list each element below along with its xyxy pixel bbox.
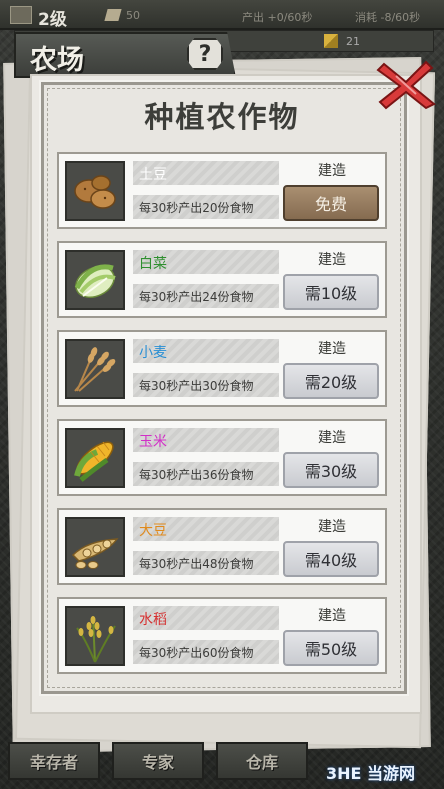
crop-description: 每30秒产出30份食物 bbox=[139, 379, 254, 393]
population-value: 50 bbox=[126, 9, 140, 22]
wheat-icon bbox=[65, 339, 125, 399]
farm-title: 农场 bbox=[30, 45, 84, 76]
build-locked-button[interactable]: 需50级 bbox=[283, 630, 379, 666]
rice-icon bbox=[65, 606, 125, 666]
watermark: 3HE 当游网 bbox=[326, 764, 416, 783]
soybean-icon bbox=[65, 517, 125, 577]
crop-description: 每30秒产出60份食物 bbox=[139, 646, 254, 660]
resource-value-right: 21 bbox=[346, 35, 360, 48]
crop-row-cabbage: 白菜 每30秒产出24份食物 建造 需10级 bbox=[57, 241, 387, 318]
nav-warehouse-button[interactable]: 仓库 bbox=[216, 742, 308, 780]
crop-description: 每30秒产出36份食物 bbox=[139, 468, 254, 482]
crop-row-wheat: 小麦 每30秒产出30份食物 建造 需20级 bbox=[57, 330, 387, 407]
crop-row-soybean: 大豆 每30秒产出48份食物 建造 需40级 bbox=[57, 508, 387, 585]
close-icon bbox=[376, 60, 436, 110]
build-locked-button[interactable]: 需40级 bbox=[283, 541, 379, 577]
build-label: 建造 bbox=[318, 519, 346, 535]
help-button[interactable]: ? bbox=[187, 38, 223, 70]
crop-name: 小麦 bbox=[139, 345, 167, 361]
consumption-rate: 消耗 -8/60秒 bbox=[355, 11, 421, 24]
build-locked-button[interactable]: 需20级 bbox=[283, 363, 379, 399]
build-free-button[interactable]: 免费 bbox=[283, 185, 379, 221]
level-icon bbox=[10, 6, 32, 24]
crop-row-potato: 土豆 每30秒产出20份食物 建造 免费 bbox=[57, 152, 387, 229]
crop-name: 大豆 bbox=[139, 523, 167, 539]
crop-name: 土豆 bbox=[139, 167, 167, 183]
crop-name: 玉米 bbox=[139, 434, 167, 450]
build-label: 建造 bbox=[318, 608, 346, 624]
crop-name: 水稻 bbox=[139, 612, 167, 628]
build-label: 建造 bbox=[318, 252, 346, 268]
close-button[interactable] bbox=[374, 58, 438, 110]
build-label: 建造 bbox=[318, 430, 346, 446]
nav-survivors-button[interactable]: 幸存者 bbox=[8, 742, 100, 780]
nav-experts-button[interactable]: 专家 bbox=[112, 742, 204, 780]
cabbage-icon bbox=[65, 250, 125, 310]
build-locked-button[interactable]: 需30级 bbox=[283, 452, 379, 488]
crop-description: 每30秒产出24份食物 bbox=[139, 290, 254, 304]
crop-row-corn: 玉米 每30秒产出36份食物 建造 需30级 bbox=[57, 419, 387, 496]
pencil-icon bbox=[324, 34, 338, 48]
build-label: 建造 bbox=[318, 341, 346, 357]
production-rate: 产出 +0/60秒 bbox=[242, 11, 313, 24]
corn-icon bbox=[65, 428, 125, 488]
crop-description: 每30秒产出20份食物 bbox=[139, 201, 254, 215]
player-level: 2级 bbox=[38, 10, 67, 30]
potato-icon bbox=[65, 161, 125, 221]
crop-name: 白菜 bbox=[139, 256, 167, 272]
crop-row-rice: 水稻 每30秒产出60份食物 建造 需50级 bbox=[57, 597, 387, 674]
build-label: 建造 bbox=[318, 163, 346, 179]
build-locked-button[interactable]: 需10级 bbox=[283, 274, 379, 310]
crop-description: 每30秒产出48份食物 bbox=[139, 557, 254, 571]
